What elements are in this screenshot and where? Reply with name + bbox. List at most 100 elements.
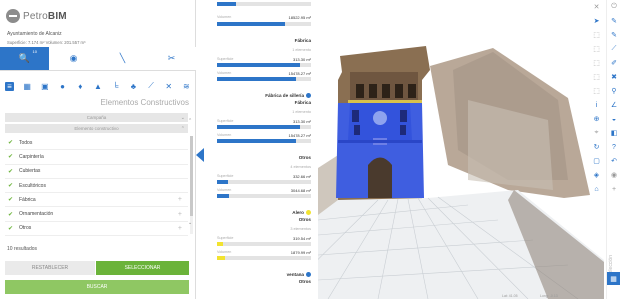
- stats-group-title: Alero: [292, 210, 311, 215]
- drop-icon[interactable]: ♦: [76, 82, 85, 91]
- reset-button[interactable]: RESTABLECER: [5, 261, 95, 275]
- eye-icon: ◉: [69, 53, 78, 63]
- stats-group-subtitle: Otros: [298, 279, 311, 284]
- ruler-icon[interactable]: ⚲: [611, 84, 616, 98]
- stats-group-title-text: Otros: [298, 155, 311, 160]
- expand-plus-icon[interactable]: +: [178, 211, 182, 218]
- stats-group-title-text: Alero: [292, 210, 304, 215]
- volume-value: 1879.99 m³: [290, 250, 311, 255]
- tree-icon[interactable]: ♣: [129, 82, 138, 91]
- box-select-2-icon[interactable]: ⬚: [593, 42, 600, 56]
- box-select-5-icon[interactable]: ⬚: [593, 84, 600, 98]
- volume-icon[interactable]: ◒: [612, 112, 616, 126]
- surface-bar-fill: [217, 125, 300, 129]
- pencil-2-icon[interactable]: ✎: [611, 28, 617, 42]
- plus-icon[interactable]: +: [612, 182, 616, 196]
- logo-text-b: BIM: [47, 10, 67, 22]
- info-icon[interactable]: i: [596, 98, 598, 112]
- campaign-filter[interactable]: Campaña ⌄: [5, 113, 188, 122]
- stats-group-title-text: Fábrica de sillería: [265, 93, 304, 98]
- paint-icon[interactable]: ✐: [611, 56, 617, 70]
- list-item-label: Todos: [19, 139, 33, 146]
- stats-group-count: 4 elementos: [290, 165, 311, 169]
- surface-label: Superficie: [217, 119, 234, 123]
- surface-bar-fill: [217, 63, 300, 67]
- select-button[interactable]: SELECCIONAR: [96, 261, 189, 275]
- angle-icon[interactable]: ∠: [611, 98, 617, 112]
- volume-value: 3044.68 m³: [290, 188, 311, 193]
- home-icon[interactable]: ⌂: [594, 182, 598, 196]
- layers-icon[interactable]: ≡: [5, 81, 14, 91]
- target-icon[interactable]: ⊕: [594, 112, 600, 126]
- help-icon[interactable]: ?: [612, 140, 616, 154]
- list-item[interactable]: ✔ Fábrica +: [5, 193, 188, 208]
- box-select-icon[interactable]: ⬚: [593, 28, 600, 42]
- mode-tab-0[interactable]: 🔍 10: [0, 47, 49, 71]
- list-item-label: Fábrica: [19, 196, 36, 203]
- area-icon[interactable]: ◧: [611, 126, 618, 140]
- selection-toggle-icon[interactable]: ▦: [607, 272, 620, 285]
- volume-bar-fill: [217, 256, 225, 260]
- cube-icon[interactable]: ◈: [594, 168, 599, 182]
- slope-icon[interactable]: ⟋: [147, 81, 156, 91]
- mode-tab-badge: 10: [32, 49, 37, 54]
- mode-tab-1[interactable]: ◉: [49, 47, 98, 71]
- grid-icon[interactable]: ▦: [23, 82, 32, 91]
- scroll-down-icon[interactable]: ⌄: [188, 220, 192, 226]
- list-item[interactable]: ✔ Carpintería: [5, 150, 188, 165]
- list-item[interactable]: ✔ Escultóricos: [5, 179, 188, 194]
- 3d-viewport[interactable]: Lat: 41.05 Long: -0.13: [318, 0, 604, 299]
- surface-value: 319.54 m²: [292, 236, 311, 241]
- check-icon[interactable]: ✔: [8, 196, 16, 203]
- check-icon[interactable]: ✔: [8, 225, 16, 232]
- surface-label: Superficie: [217, 57, 234, 61]
- stairs-icon[interactable]: ╘: [111, 82, 120, 91]
- search-button[interactable]: BUSCAR: [5, 280, 189, 294]
- sphere-icon[interactable]: ●: [58, 82, 67, 91]
- crosshair-icon[interactable]: ⌖: [595, 126, 599, 140]
- cursor-icon[interactable]: ➤: [594, 14, 600, 28]
- square-icon[interactable]: ▢: [593, 154, 600, 168]
- box-select-4-icon[interactable]: ⬚: [593, 70, 600, 84]
- power-icon[interactable]: ⏻: [611, 0, 617, 14]
- check-icon[interactable]: ✔: [8, 139, 16, 146]
- check-icon[interactable]: ✔: [8, 153, 16, 160]
- mode-tabs: 🔍 10 ◉ ╲ ✂: [0, 47, 196, 71]
- scrollbar-thumb[interactable]: [190, 136, 193, 216]
- expand-plus-icon[interactable]: +: [178, 225, 182, 232]
- check-icon[interactable]: ✔: [8, 182, 16, 189]
- box-select-3-icon[interactable]: ⬚: [593, 56, 600, 70]
- eye-icon[interactable]: ◉: [611, 168, 617, 182]
- rotate-icon[interactable]: ↻: [594, 140, 600, 154]
- logo: PetroBIM: [6, 9, 67, 23]
- eraser-icon[interactable]: ✖: [611, 70, 617, 84]
- list-item[interactable]: ✔ Ornamentación +: [5, 207, 188, 222]
- beam-icon[interactable]: ✕: [164, 82, 173, 91]
- mode-tab-3[interactable]: ✂: [147, 47, 196, 71]
- sidebar: PetroBIM Ayuntamiento de Alcaniz Superfi…: [0, 0, 196, 299]
- collapse-panel-icon[interactable]: [196, 148, 204, 162]
- stack-icon[interactable]: ≋: [182, 82, 191, 91]
- list-item[interactable]: ✔ Todos: [5, 136, 188, 151]
- brush-icon: ╲: [119, 53, 126, 63]
- element-filter[interactable]: Elemento constructivo ⌃: [5, 124, 188, 133]
- scroll-up-icon[interactable]: ⌃: [188, 118, 192, 124]
- undo-icon[interactable]: ↶: [611, 154, 617, 168]
- pencil-icon[interactable]: ✎: [611, 14, 617, 28]
- list-item-label: Escultóricos: [19, 182, 46, 189]
- surface-value: 313.30 m²: [292, 119, 311, 124]
- logo-icon: [6, 9, 20, 23]
- top-bar-partial: [217, 2, 311, 6]
- list-item[interactable]: ✔ Cubiertas: [5, 165, 188, 179]
- wall-icon[interactable]: ▣: [40, 82, 49, 91]
- mode-tab-2[interactable]: ╲: [98, 47, 147, 71]
- stats-group-count: 1 elemento: [292, 110, 311, 114]
- list-item[interactable]: ✔ Otros +: [5, 222, 188, 237]
- check-icon[interactable]: ✔: [8, 211, 16, 218]
- measure-icon[interactable]: ⟋: [612, 42, 617, 56]
- check-icon[interactable]: ✔: [8, 168, 16, 175]
- volume-bar: [217, 77, 311, 81]
- roof-icon[interactable]: ▲: [93, 82, 102, 91]
- close-icon[interactable]: ✕: [594, 0, 600, 14]
- expand-plus-icon[interactable]: +: [178, 196, 182, 203]
